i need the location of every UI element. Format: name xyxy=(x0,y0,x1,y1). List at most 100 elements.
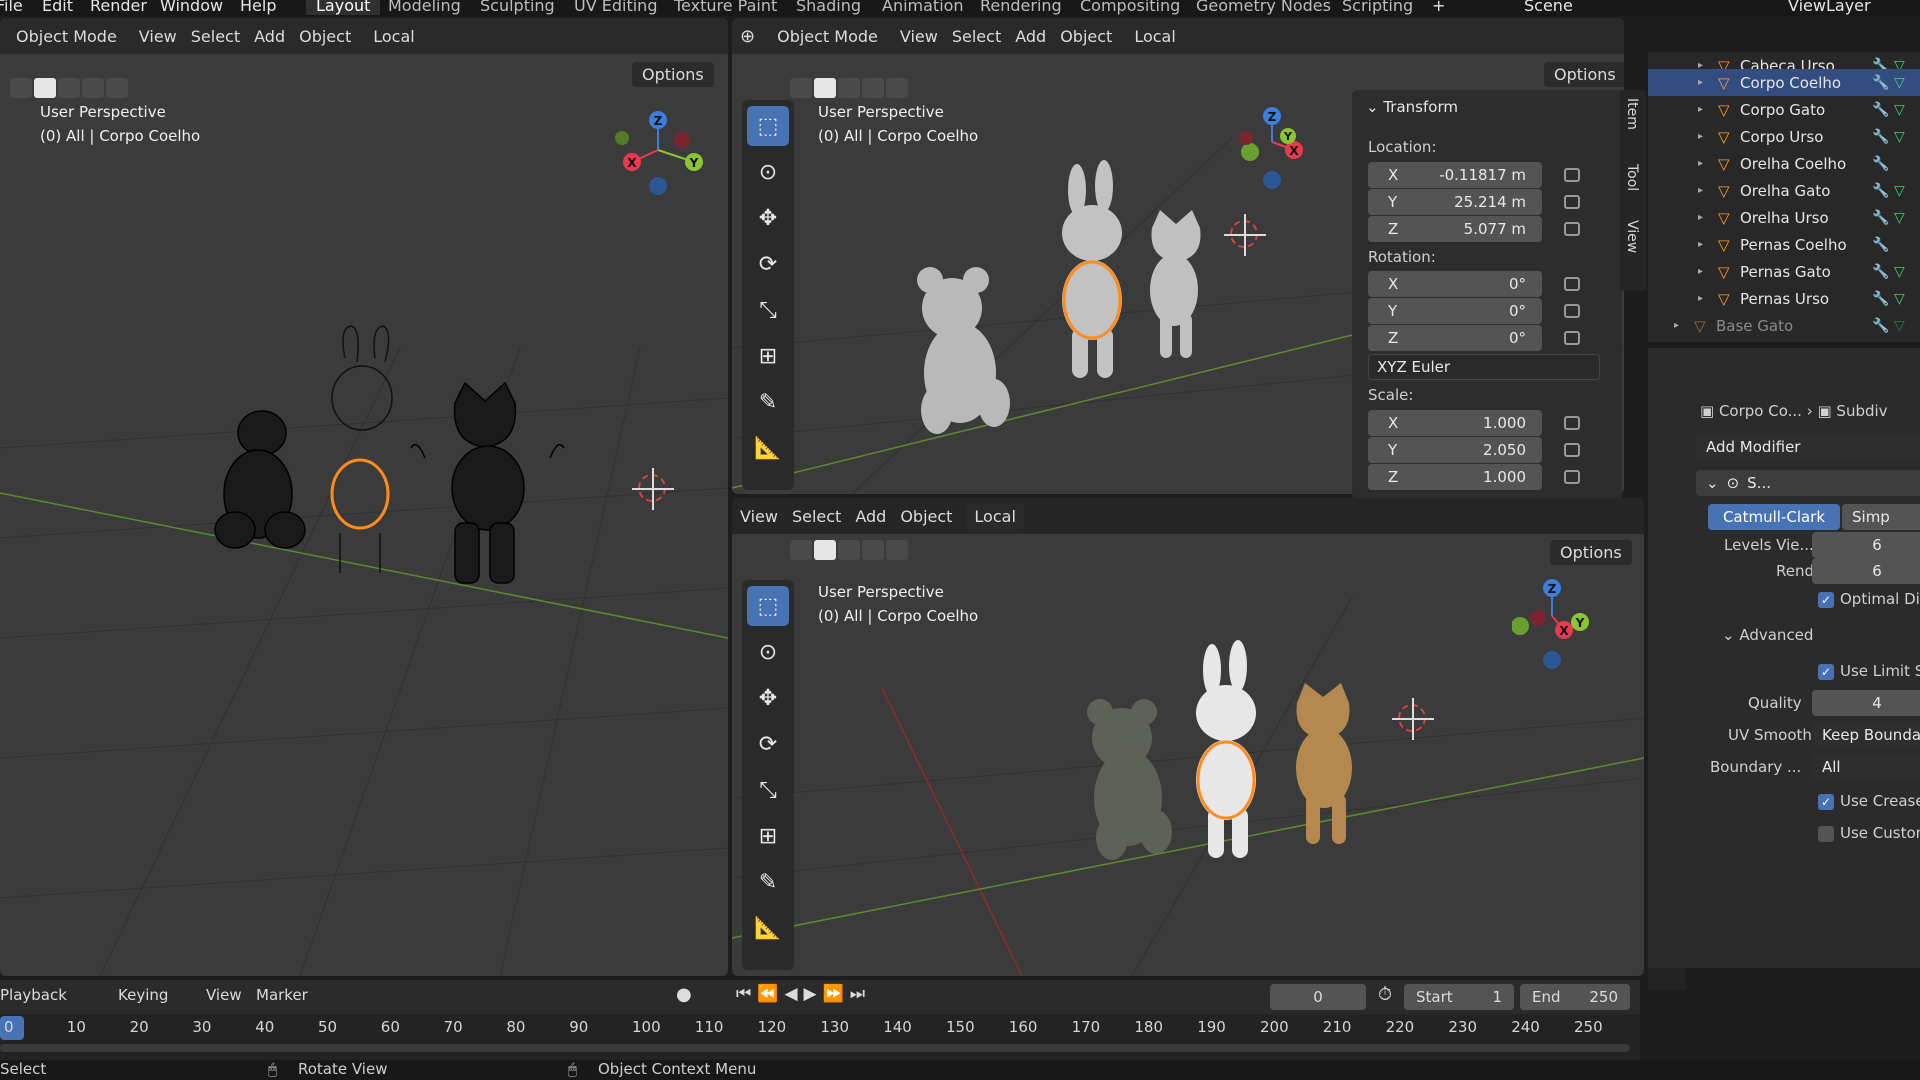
lock-icon[interactable] xyxy=(1564,470,1580,484)
menu-help[interactable]: Help xyxy=(240,0,276,15)
tab-view[interactable]: View xyxy=(1624,220,1640,253)
scale-icon[interactable]: ⤡ xyxy=(747,770,789,810)
use-creases-checkbox[interactable]: ✓ xyxy=(1818,794,1834,810)
move-icon[interactable]: ✥ xyxy=(747,198,789,238)
boundary-smooth-dropdown[interactable]: All xyxy=(1812,754,1920,780)
playback-menu[interactable]: Playback xyxy=(0,986,67,1004)
orientation-dropdown[interactable]: Local xyxy=(365,23,423,49)
menu-object[interactable]: Object xyxy=(900,507,952,526)
lock-icon[interactable] xyxy=(1564,416,1580,430)
outliner-row-corpo-urso[interactable]: ▸ ▽ Corpo Urso 🔧 ▽ xyxy=(1648,123,1920,150)
rotate-icon[interactable]: ⟳ xyxy=(747,244,789,284)
rotation-y-field[interactable]: Y 0° xyxy=(1368,298,1542,324)
menu-file[interactable]: File xyxy=(0,0,23,15)
menu-view[interactable]: View xyxy=(139,27,177,46)
viewport-bottom-right[interactable]: View Select Add Object Local Options Use… xyxy=(732,498,1644,976)
outliner-row-base-gato[interactable]: ▸ ▽ Base Gato 🔧 ▽ xyxy=(1648,312,1920,339)
record-icon[interactable]: ● xyxy=(676,984,692,1005)
tab-modeling[interactable]: Modeling xyxy=(388,0,461,15)
start-frame-field[interactable]: Start 1 xyxy=(1404,984,1514,1010)
optimal-display-checkbox[interactable]: ✓ xyxy=(1818,592,1834,608)
scale-x-field[interactable]: X 1.000 xyxy=(1368,410,1542,436)
rotation-z-field[interactable]: Z 0° xyxy=(1368,325,1542,351)
annotate-icon[interactable]: ✎ xyxy=(747,382,789,422)
tab-tool[interactable]: Tool xyxy=(1624,164,1640,191)
transform-icon[interactable]: ⊞ xyxy=(747,816,789,856)
menu-select[interactable]: Select xyxy=(952,27,1001,46)
lock-icon[interactable] xyxy=(1564,168,1580,182)
uv-smooth-dropdown[interactable]: Keep Bounda xyxy=(1812,722,1920,748)
playback-controls-icon[interactable]: ⏮⏪◀▶⏩⏭ xyxy=(736,984,871,1004)
cursor-icon[interactable]: ⊙ xyxy=(747,632,789,672)
menu-add[interactable]: Add xyxy=(855,507,886,526)
menu-view[interactable]: View xyxy=(740,507,778,526)
tab-layout[interactable]: Layout xyxy=(306,0,381,15)
move-icon[interactable]: ✥ xyxy=(747,678,789,718)
view-layer-name[interactable]: ViewLayer xyxy=(1788,0,1871,15)
menu-object[interactable]: Object xyxy=(299,27,351,46)
transform-header[interactable]: ⌄ Transform xyxy=(1366,98,1458,116)
navigation-gizmo[interactable]: Z Y X xyxy=(600,102,710,212)
render-levels-field[interactable]: 6 xyxy=(1812,558,1920,584)
tab-compositing[interactable]: Compositing xyxy=(1080,0,1180,15)
scale-icon[interactable]: ⤡ xyxy=(747,290,789,330)
lock-icon[interactable] xyxy=(1564,195,1580,209)
rotate-icon[interactable]: ⟳ xyxy=(747,724,789,764)
outliner-row-orelha-urso[interactable]: ▸ ▽ Orelha Urso 🔧 ▽ xyxy=(1648,204,1920,231)
lock-icon[interactable] xyxy=(1564,443,1580,457)
menu-add[interactable]: Add xyxy=(1015,27,1046,46)
menu-view[interactable]: View xyxy=(900,27,938,46)
measure-icon[interactable]: 📐 xyxy=(747,908,789,948)
tab-rendering[interactable]: Rendering xyxy=(980,0,1062,15)
location-z-field[interactable]: Z 5.077 m xyxy=(1368,216,1542,242)
menu-object[interactable]: Object xyxy=(1060,27,1112,46)
current-frame-field[interactable]: 0 xyxy=(1270,984,1366,1010)
outliner-row-orelha-gato[interactable]: ▸ ▽ Orelha Gato 🔧 ▽ xyxy=(1648,177,1920,204)
use-limit-surface-checkbox[interactable]: ✓ xyxy=(1818,664,1834,680)
outliner-row-orelha-coelho[interactable]: ▸ ▽ Orelha Coelho 🔧 xyxy=(1648,150,1920,177)
menu-select[interactable]: Select xyxy=(191,27,240,46)
advanced-panel-header[interactable]: ⌄ Advanced xyxy=(1722,626,1813,644)
rotation-mode-dropdown[interactable]: XYZ Euler xyxy=(1368,354,1600,380)
options-dropdown[interactable]: Options xyxy=(1544,62,1624,87)
annotate-icon[interactable]: ✎ xyxy=(747,862,789,902)
tab-shading[interactable]: Shading xyxy=(796,0,861,15)
select-box-icon[interactable]: ⬚ xyxy=(747,586,789,626)
scale-z-field[interactable]: Z 1.000 xyxy=(1368,464,1542,490)
modifier-header[interactable]: ⌄ ⊙ S... xyxy=(1696,470,1920,496)
lock-icon[interactable] xyxy=(1564,277,1580,291)
keying-menu[interactable]: Keying xyxy=(118,986,168,1004)
quality-field[interactable]: 4 xyxy=(1812,690,1920,716)
levels-viewport-field[interactable]: 6 xyxy=(1812,532,1920,558)
lock-icon[interactable] xyxy=(1564,222,1580,236)
menu-edit[interactable]: Edit xyxy=(42,0,73,15)
navigation-gizmo[interactable]: Z X Y xyxy=(1232,102,1342,212)
scale-y-field[interactable]: Y 2.050 xyxy=(1368,437,1542,463)
tab-uv-editing[interactable]: UV Editing xyxy=(574,0,657,15)
simple-button[interactable]: Simp xyxy=(1842,504,1920,530)
add-workspace-icon[interactable]: + xyxy=(1432,0,1445,15)
mode-dropdown[interactable]: Object Mode xyxy=(769,23,886,49)
navigation-gizmo[interactable]: Z X Y xyxy=(1512,574,1622,684)
orientation-dropdown[interactable]: Local xyxy=(966,503,1024,529)
outliner-row-pernas-gato[interactable]: ▸ ▽ Pernas Gato 🔧 ▽ xyxy=(1648,258,1920,285)
tab-sculpting[interactable]: Sculpting xyxy=(480,0,555,15)
add-modifier-button[interactable]: Add Modifier xyxy=(1696,434,1920,460)
selection-mode-buttons[interactable] xyxy=(790,540,908,566)
timeline-scrollbar[interactable] xyxy=(0,1044,1630,1052)
mode-dropdown[interactable]: Object Mode xyxy=(8,23,125,49)
stopwatch-icon[interactable]: ⏱ xyxy=(1378,984,1392,1005)
options-dropdown[interactable]: Options xyxy=(632,62,714,87)
scene-name[interactable]: Scene xyxy=(1524,0,1573,15)
tab-animation[interactable]: Animation xyxy=(882,0,964,15)
timeline-ruler[interactable]: 0 10 20 30 40 50 60 70 80 90 100 110 120 130 140 150 160… xyxy=(0,1014,1640,1060)
lock-icon[interactable] xyxy=(1564,304,1580,318)
menu-add[interactable]: Add xyxy=(254,27,285,46)
menu-window[interactable]: Window xyxy=(160,0,223,15)
location-x-field[interactable]: X -0.11817 m xyxy=(1368,162,1542,188)
menu-render[interactable]: Render xyxy=(90,0,147,15)
outliner-row-pernas-urso[interactable]: ▸ ▽ Pernas Urso 🔧 ▽ xyxy=(1648,285,1920,312)
outliner-row-corpo-coelho[interactable]: ▸ ▽ Corpo Coelho 🔧 ▽ xyxy=(1648,69,1920,96)
use-custom-normals-checkbox[interactable] xyxy=(1818,826,1834,842)
select-box-icon[interactable]: ⬚ xyxy=(747,106,789,146)
